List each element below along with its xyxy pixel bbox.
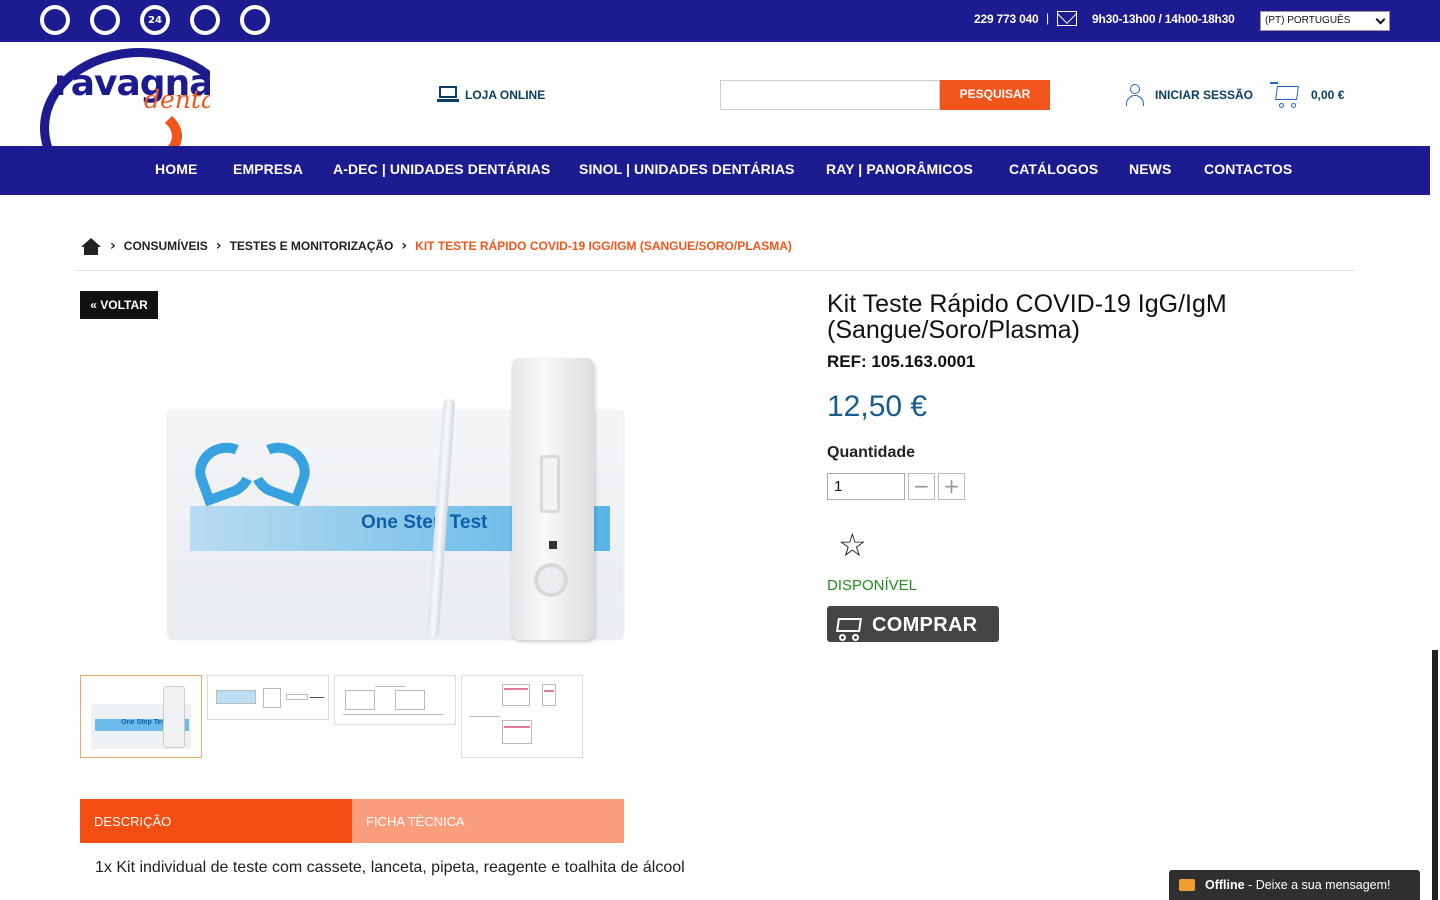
chevron-right-icon: › [110, 238, 116, 254]
login-label: INICIAR SESSÃO [1155, 88, 1254, 102]
product-ref: REF: 105.163.0001 [827, 352, 976, 371]
product-tabs: DESCRIÇÃO FICHA TÉCNICA [80, 799, 624, 843]
nav-item-sinol[interactable]: SINOL | UNIDADES DENTÁRIAS [579, 161, 795, 177]
quantity-minus-button[interactable]: − [908, 473, 935, 500]
cassette-mark [549, 541, 557, 549]
24h-icon[interactable]: 24 [140, 5, 170, 35]
search-input[interactable] [720, 80, 940, 110]
refresh-icon[interactable] [240, 5, 270, 35]
scrollbar-thumb[interactable] [1432, 650, 1438, 900]
home-icon[interactable] [80, 236, 102, 256]
buy-button[interactable]: COMPRAR [827, 606, 999, 642]
chevron-right-icon: › [401, 238, 408, 254]
availability-status: DISPONÍVEL [827, 577, 918, 594]
user-icon [1125, 84, 1145, 106]
chevron-down-icon [1375, 14, 1386, 25]
tab-descricao[interactable]: DESCRIÇÃO [80, 799, 352, 843]
chevron-right-icon: › [215, 238, 222, 254]
nav-item-ray[interactable]: RAY | PANORÂMICOS [826, 161, 973, 177]
support-icon[interactable] [190, 5, 220, 35]
product-thumbnail[interactable] [461, 675, 583, 758]
online-store-link[interactable]: LOJA ONLINE [437, 86, 545, 104]
top-bar: 24 229 773 040 | 9h30-13h00 / 14h00-18h3… [0, 0, 1440, 42]
cart-icon [833, 614, 863, 642]
cassette-well [534, 563, 568, 597]
quantity-plus-button[interactable]: + [938, 473, 965, 500]
online-store-label: LOJA ONLINE [465, 88, 546, 102]
breadcrumb-item[interactable]: TESTES E MONITORIZAÇÃO [230, 239, 394, 253]
product-main-image[interactable]: One Step Test [165, 358, 630, 643]
ribbon-icon[interactable] [90, 5, 120, 35]
thumbnail-label: One Step Test [121, 719, 168, 726]
language-select-value: (PT) PORTUGUÊS [1265, 15, 1351, 26]
breadcrumb-item[interactable]: CONSUMÍVEIS [124, 239, 208, 253]
product-price: 12,50 € [827, 390, 928, 423]
mail-icon[interactable] [1057, 11, 1077, 26]
nav-item-empresa[interactable]: EMPRESA [233, 161, 303, 177]
separator: | [1046, 11, 1050, 25]
main-nav: HOME EMPRESA A-DEC | UNIDADES DENTÁRIAS … [0, 146, 1440, 195]
quantity-input[interactable] [827, 473, 905, 500]
wishlist-star-icon[interactable]: ☆ [838, 527, 867, 563]
logo-subtitle: dental [144, 85, 210, 114]
cart-icon[interactable] [1270, 80, 1302, 110]
cassette-shape [512, 358, 594, 640]
opening-hours: 9h30-13h00 / 14h00-18h30 [1092, 12, 1235, 26]
nav-item-news[interactable]: NEWS [1129, 161, 1171, 177]
breadcrumb: › CONSUMÍVEIS › TESTES E MONITORIZAÇÃO ›… [80, 236, 792, 256]
envelope-icon [1179, 879, 1195, 891]
product-title: Kit Teste Rápido COVID-19 IgG/IgM (Sangu… [827, 290, 1227, 344]
laptop-icon [437, 86, 459, 104]
tab-ficha-tecnica[interactable]: FICHA TÉCNICA [352, 799, 624, 843]
search-button[interactable]: PESQUISAR [940, 80, 1050, 110]
divider [75, 270, 1355, 271]
quantity-label: Quantidade [827, 444, 916, 461]
chat-text: Offline - Deixe a sua mensagem! [1205, 878, 1391, 892]
description-text: 1x Kit individual de teste com cassete, … [95, 859, 685, 876]
product-thumbnail[interactable] [334, 675, 456, 725]
nav-item-home[interactable]: HOME [155, 161, 197, 177]
product-thumbnail[interactable] [207, 675, 329, 720]
buy-button-label: COMPRAR [872, 614, 978, 636]
back-button[interactable]: « VOLTAR [80, 291, 158, 319]
nav-item-catalogos[interactable]: CATÁLOGOS [1009, 161, 1098, 177]
chat-message: - Deixe a sua mensagem! [1244, 878, 1391, 892]
product-thumbnail[interactable]: One Step Test [80, 675, 202, 758]
login-link[interactable]: INICIAR SESSÃO [1125, 84, 1253, 106]
nav-item-adec[interactable]: A-DEC | UNIDADES DENTÁRIAS [333, 161, 550, 177]
cassette-window [540, 455, 560, 513]
truck-icon[interactable] [40, 5, 70, 35]
chat-widget[interactable]: Offline - Deixe a sua mensagem! [1169, 870, 1420, 900]
logo[interactable]: ravagnani dental [40, 48, 210, 146]
nav-item-contactos[interactable]: CONTACTOS [1204, 161, 1292, 177]
breadcrumb-current: KIT TESTE RÁPIDO COVID-19 IGG/IGM (SANGU… [415, 239, 792, 253]
cart-total[interactable]: 0,00 € [1311, 88, 1344, 102]
image-label: One Step Test [361, 512, 488, 533]
language-select[interactable]: (PT) PORTUGUÊS [1260, 11, 1390, 31]
phone-number[interactable]: 229 773 040 [974, 12, 1039, 26]
chat-status: Offline [1205, 878, 1245, 892]
